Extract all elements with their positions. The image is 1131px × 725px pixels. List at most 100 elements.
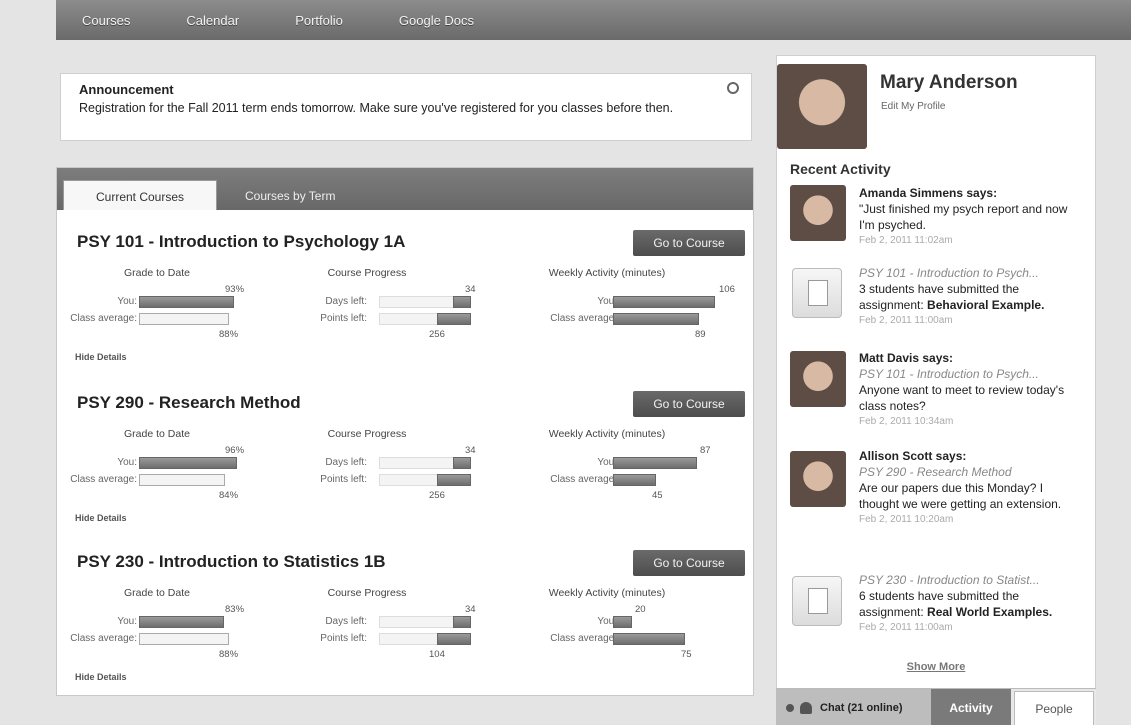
activity-time: Feb 2, 2011 11:02am xyxy=(859,235,953,246)
online-status-icon xyxy=(786,703,794,712)
activity-avg-value: 75 xyxy=(681,649,692,660)
grade-avg-value: 88% xyxy=(219,329,239,340)
activity-time: Feb 2, 2011 10:20am xyxy=(859,514,954,525)
tab-courses-by-term[interactable]: Courses by Term xyxy=(229,180,351,210)
nav-google-docs[interactable]: Google Docs xyxy=(399,13,474,28)
activity-avg-bar xyxy=(613,633,685,645)
go-to-course-button[interactable]: Go to Course xyxy=(633,391,745,417)
assignment-icon xyxy=(792,268,842,318)
activity-item: Matt Davis says: PSY 101 - Introduction … xyxy=(859,350,1084,430)
hide-details-link[interactable]: Hide Details xyxy=(75,352,127,362)
activity-item: PSY 230 - Introduction to Statist... 6 s… xyxy=(859,572,1084,636)
days-left-value: 34 xyxy=(465,445,476,456)
points-track xyxy=(379,313,439,325)
grade-metric: Grade to Date 96% You: Class average: 84% xyxy=(57,428,257,518)
edit-profile-link[interactable]: Edit My Profile xyxy=(881,101,945,112)
grade-metric: Grade to Date 93% You: Class average: 88% xyxy=(57,267,257,357)
days-track xyxy=(379,296,455,308)
activity-author: Amanda Simmens says: xyxy=(859,186,998,200)
avatar[interactable] xyxy=(790,451,846,507)
chat-button[interactable]: Chat (21 online) xyxy=(776,689,931,725)
grade-avg-bar xyxy=(139,313,229,325)
metric-title: Course Progress xyxy=(327,428,407,440)
course-title[interactable]: PSY 101 - Introduction to Psychology 1A xyxy=(77,232,405,252)
activity-course[interactable]: PSY 101 - Introduction to Psych... xyxy=(859,265,1084,281)
show-more-link[interactable]: Show More xyxy=(777,661,1095,673)
top-nav: Courses Calendar Portfolio Google Docs xyxy=(56,0,1131,40)
progress-metric: Course Progress 34 Days left: Points left: 1… xyxy=(297,587,497,677)
points-left-value: 256 xyxy=(429,490,445,501)
course-title[interactable]: PSY 230 - Introduction to Statistics 1B xyxy=(77,552,386,572)
activity-avg-value: 89 xyxy=(695,329,706,340)
nav-calendar[interactable]: Calendar xyxy=(186,13,239,28)
progress-metric: Course Progress 34 Days left: Points left: 2… xyxy=(297,428,497,518)
course-title[interactable]: PSY 290 - Research Method xyxy=(77,393,301,413)
assignment-icon xyxy=(792,576,842,626)
days-track xyxy=(379,457,455,469)
progress-metric: Course Progress 34 Days left: Points left: 2… xyxy=(297,267,497,357)
points-left-bar xyxy=(437,313,471,325)
days-left-label: Days left: xyxy=(325,457,367,468)
you-label: You: xyxy=(117,457,137,468)
announcement-title: Announcement xyxy=(79,82,174,97)
activity-you-value: 87 xyxy=(700,445,711,456)
chat-label: Chat (21 online) xyxy=(820,701,903,714)
tab-people[interactable]: People xyxy=(1014,691,1094,725)
points-left-label: Points left: xyxy=(320,633,367,644)
nav-courses[interactable]: Courses xyxy=(82,13,130,28)
go-to-course-button[interactable]: Go to Course xyxy=(633,230,745,256)
days-left-label: Days left: xyxy=(325,296,367,307)
metric-title: Course Progress xyxy=(327,587,407,599)
class-average-label: Class average: xyxy=(70,313,137,324)
metric-title: Weekly Activity (minutes) xyxy=(548,267,666,279)
activity-time: Feb 2, 2011 11:00am xyxy=(859,315,953,326)
tab-current-courses[interactable]: Current Courses xyxy=(63,180,217,210)
activity-time: Feb 2, 2011 11:00am xyxy=(859,622,953,633)
class-average-label: Class average: xyxy=(550,313,617,324)
activity-course[interactable]: PSY 101 - Introduction to Psych... xyxy=(859,366,1084,382)
grade-you-bar xyxy=(139,296,234,308)
grade-you-value: 83% xyxy=(225,604,245,615)
activity-course[interactable]: PSY 290 - Research Method xyxy=(859,464,1084,480)
tab-activity[interactable]: Activity xyxy=(931,689,1011,725)
points-track xyxy=(379,474,439,486)
avatar[interactable] xyxy=(790,351,846,407)
days-left-label: Days left: xyxy=(325,616,367,627)
class-average-label: Class average: xyxy=(550,633,617,644)
courses-panel: Current Courses Courses by Term PSY 101 … xyxy=(56,167,754,696)
grade-avg-bar xyxy=(139,633,229,645)
activity-text: Are our papers due this Monday? I though… xyxy=(859,481,1062,511)
profile-name: Mary Anderson xyxy=(880,72,1018,93)
metric-title: Grade to Date xyxy=(124,428,190,440)
profile-avatar[interactable] xyxy=(777,64,867,149)
grade-you-value: 93% xyxy=(225,284,245,295)
avatar[interactable] xyxy=(790,185,846,241)
weekly-activity-metric: Weekly Activity (minutes) 87 You: Class ave… xyxy=(537,428,737,518)
go-to-course-button[interactable]: Go to Course xyxy=(633,550,745,576)
activity-course[interactable]: PSY 230 - Introduction to Statist... xyxy=(859,572,1084,588)
nav-portfolio[interactable]: Portfolio xyxy=(295,13,343,28)
activity-you-value: 106 xyxy=(719,284,735,295)
right-panel: Mary Anderson Edit My Profile Recent Act… xyxy=(776,55,1096,725)
activity-you-bar xyxy=(613,457,697,469)
recent-activity-title: Recent Activity xyxy=(790,161,891,177)
activity-author: Matt Davis says: xyxy=(859,351,954,365)
weekly-activity-metric: Weekly Activity (minutes) 20 You: Class ave… xyxy=(537,587,737,677)
bottom-bar: Chat (21 online) Activity People xyxy=(776,688,1096,725)
hide-details-link[interactable]: Hide Details xyxy=(75,513,127,523)
announcement-text: Registration for the Fall 2011 term ends… xyxy=(79,101,674,115)
hide-details-link[interactable]: Hide Details xyxy=(75,672,127,682)
activity-item: Allison Scott says: PSY 290 - Research M… xyxy=(859,448,1084,528)
metric-title: Course Progress xyxy=(327,267,407,279)
course-block: PSY 230 - Introduction to Statistics 1B G… xyxy=(57,550,755,702)
metric-title: Grade to Date xyxy=(124,267,190,279)
activity-avg-bar xyxy=(613,474,656,486)
class-average-label: Class average: xyxy=(70,633,137,644)
close-icon[interactable] xyxy=(727,82,739,94)
grade-you-bar xyxy=(139,616,224,628)
grade-avg-value: 84% xyxy=(219,490,239,501)
activity-text: 6 students have submitted the assignment… xyxy=(859,589,1053,619)
you-label: You: xyxy=(117,296,137,307)
grade-you-value: 96% xyxy=(225,445,245,456)
grade-metric: Grade to Date 83% You: Class average: 88% xyxy=(57,587,257,677)
